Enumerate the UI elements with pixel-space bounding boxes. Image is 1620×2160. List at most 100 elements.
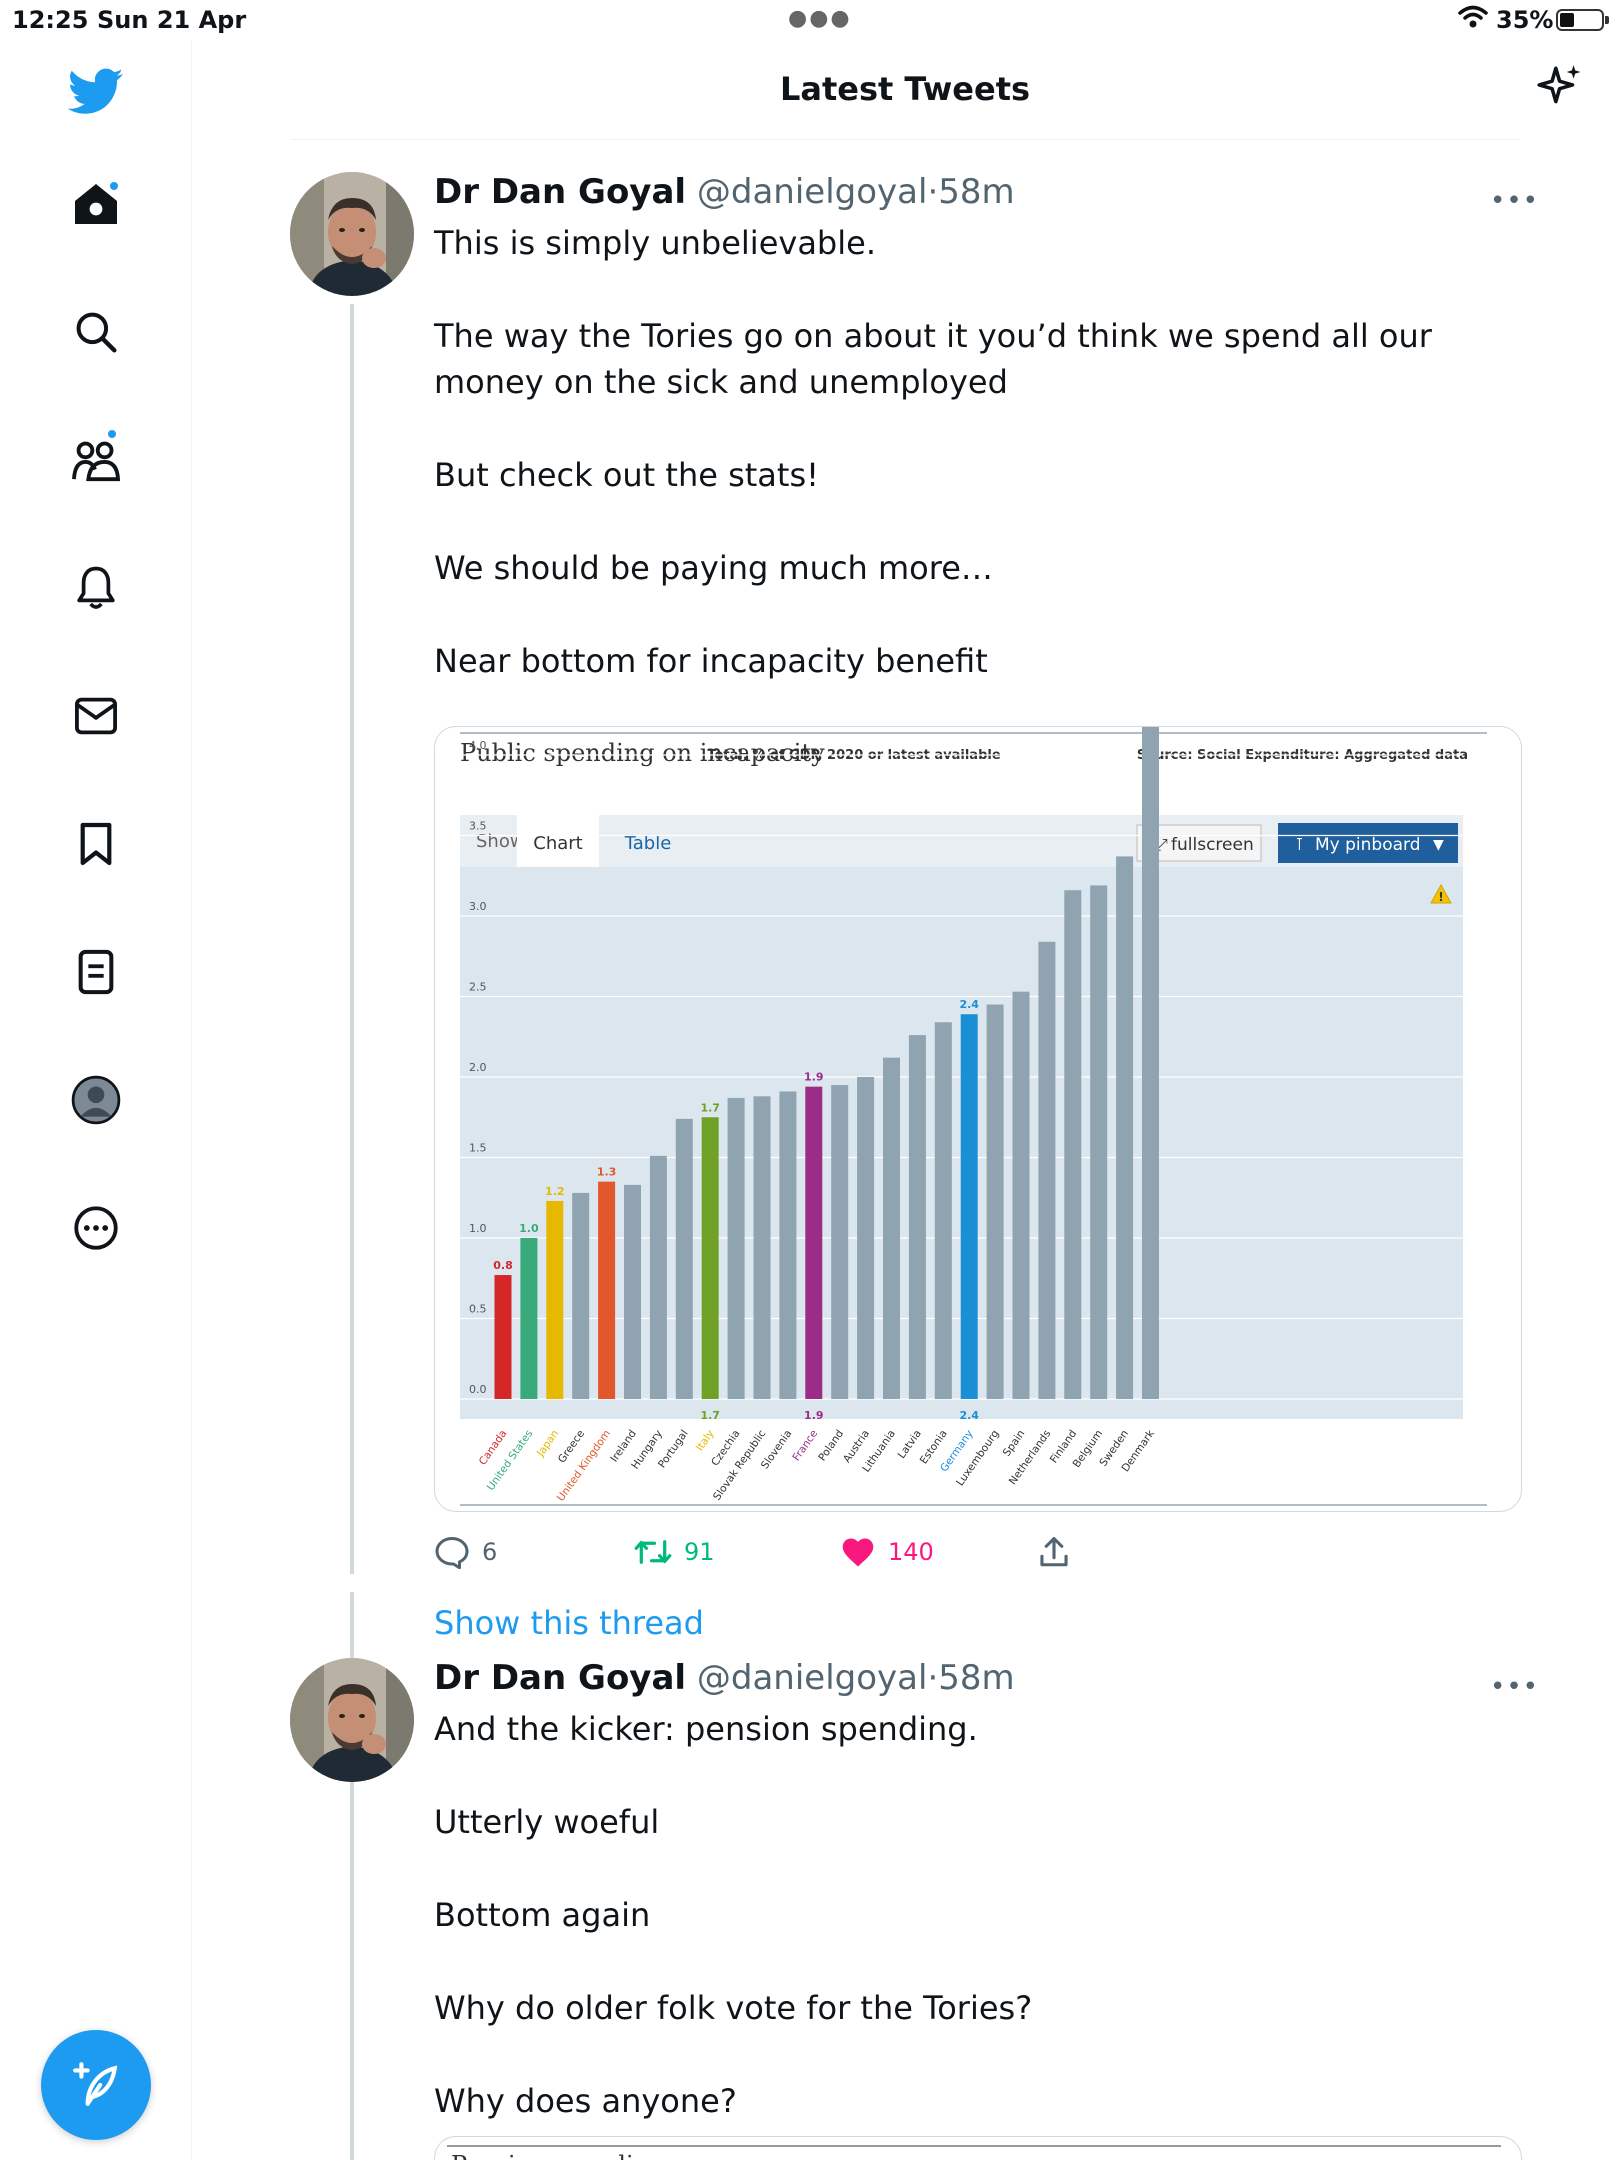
tweet-paragraph: Near bottom for incapacity benefit — [434, 642, 988, 680]
chart-pinboard-dropdown-icon: ▼ — [1433, 837, 1444, 853]
multitasking-dots-icon[interactable]: ●●● — [788, 6, 852, 31]
chart-y-tick-label: 0.5 — [469, 1303, 487, 1316]
share-upload-icon — [1040, 1536, 1068, 1567]
chart-below-label: 1.9 — [804, 1409, 824, 1422]
chart-bar — [753, 1096, 771, 1399]
show-this-thread-link[interactable]: Show this thread — [434, 1604, 704, 1642]
chart-bar — [1142, 727, 1159, 1399]
separator-dot: · — [927, 1658, 939, 1698]
chart-y-tick-label: 0.0 — [469, 1383, 487, 1396]
reply-button[interactable]: 6 — [434, 1530, 497, 1574]
author-name[interactable]: Dr Dan Goyal — [434, 172, 686, 212]
tweet-media-preview[interactable]: Pension spending — [434, 2136, 1522, 2160]
tweet-actions: 6 91 140 — [434, 1530, 1514, 1580]
author-handle[interactable]: @danielgoyal — [697, 172, 928, 212]
chart-tab-chart-label: Chart — [533, 833, 582, 854]
tweet-more-options-icon[interactable]: ••• — [1490, 186, 1539, 216]
messages-envelope-icon[interactable] — [62, 682, 130, 750]
chart-data-label: 1.9 — [804, 1071, 824, 1084]
tweet-media-image[interactable]: Public spending on incapacity Total, % o… — [434, 726, 1522, 1512]
preview-rule — [447, 2145, 1501, 2147]
author-name[interactable]: Dr Dan Goyal — [434, 1658, 686, 1698]
chart-bar — [572, 1192, 590, 1399]
chart-bar — [494, 1275, 512, 1399]
home-icon[interactable] — [62, 170, 130, 238]
chart-data-label: 1.3 — [597, 1166, 617, 1179]
profile-avatar-icon[interactable] — [62, 1066, 130, 1134]
tweet-paragraph: We should be paying much more… — [434, 549, 993, 587]
tweet-paragraph: This is simply unbelievable. — [434, 224, 876, 262]
retweet-count: 91 — [684, 1538, 715, 1566]
compose-feather-icon — [73, 2062, 118, 2106]
lists-icon[interactable] — [62, 938, 130, 1006]
chart-x-tick-label: France — [790, 1428, 820, 1463]
retweet-button[interactable]: 91 — [634, 1530, 715, 1574]
chart-y-tick-label: 1.5 — [469, 1142, 487, 1155]
chart-y-tick-label: 3.0 — [469, 900, 487, 913]
chart-bar — [649, 1155, 667, 1399]
chart-bar — [986, 1004, 1004, 1399]
compose-tweet-button[interactable] — [41, 2030, 151, 2140]
chart-data-label: 2.4 — [959, 998, 979, 1011]
tweet-paragraph: Utterly woeful — [434, 1803, 660, 1841]
chart-y-tick-label: 2.0 — [469, 1061, 487, 1074]
chart-x-tick-label: Spain — [1001, 1428, 1028, 1459]
chart-bar — [1064, 890, 1082, 1399]
chart-pin-icon: ⊺ — [1295, 835, 1304, 855]
tweet-text: And the kicker: pension spending. Utterl… — [434, 1706, 1514, 2160]
status-date: Sun 21 Apr — [97, 6, 247, 34]
chart-bar — [546, 1200, 564, 1399]
chart-bar — [960, 1014, 978, 1399]
thread-connector-line — [350, 304, 354, 1574]
tweet-header: Dr Dan Goyal @danielgoyal·58m — [434, 1658, 1015, 1698]
chart-data-label: 1.2 — [545, 1185, 565, 1198]
chart-bar — [520, 1238, 538, 1399]
reply-bubble-icon — [435, 1537, 469, 1569]
communities-icon[interactable] — [62, 426, 130, 494]
share-button[interactable] — [1038, 1530, 1070, 1574]
chart-bar — [1090, 885, 1108, 1399]
chart-bar — [908, 1035, 926, 1399]
like-button[interactable]: 140 — [840, 1530, 934, 1574]
sparkle-top-tweets-icon[interactable] — [1535, 62, 1585, 112]
chart-y-tick-label: 3.5 — [469, 820, 487, 833]
chart-bar — [1012, 991, 1030, 1399]
tweet-paragraph: The way the Tories go on about it you’d … — [434, 317, 1432, 401]
tweet-paragraph: And the kicker: pension spending. — [434, 1710, 978, 1748]
author-avatar[interactable] — [290, 1658, 414, 1782]
status-bar: 12:25 Sun 21 Apr ●●● 35% — [0, 0, 1620, 40]
incapacity-spending-chart: Public spending on incapacity Total, % o… — [460, 727, 1487, 1506]
chart-pinboard-label: My pinboard — [1315, 835, 1421, 855]
twitter-logo-icon[interactable] — [62, 58, 130, 126]
chart-y-tick-label: 2.5 — [469, 981, 487, 994]
tweet-paragraph: Bottom again — [434, 1896, 651, 1934]
chart-data-label: 1.0 — [519, 1222, 539, 1235]
chart-tab-table-label[interactable]: Table — [624, 833, 672, 854]
author-avatar[interactable] — [290, 172, 414, 296]
tweet-timestamp[interactable]: 58m — [938, 172, 1014, 212]
chart-x-tick-label: Italy — [694, 1428, 717, 1454]
notifications-bell-icon[interactable] — [62, 554, 130, 622]
battery-percent: 35% — [1496, 6, 1554, 34]
tweet-paragraph: Why do older folk vote for the Tories? — [434, 1989, 1033, 2027]
tweet-timestamp[interactable]: 58m — [938, 1658, 1014, 1698]
separator-dot: · — [927, 172, 939, 212]
search-icon[interactable] — [62, 298, 130, 366]
home-notification-dot — [108, 180, 120, 192]
chart-x-tick-label: Japan — [534, 1428, 561, 1460]
page-title: Latest Tweets — [779, 70, 1031, 108]
tweet-more-options-icon[interactable]: ••• — [1490, 1672, 1539, 1702]
chart-data-label: 1.7 — [700, 1101, 720, 1114]
author-handle[interactable]: @danielgoyal — [697, 1658, 928, 1698]
chart-bar — [727, 1097, 745, 1399]
tweet-header: Dr Dan Goyal @danielgoyal·58m — [434, 172, 1015, 212]
preview-chart-title: Pension spending — [451, 2151, 664, 2160]
chart-below-label: 2.4 — [959, 1409, 979, 1422]
status-time: 12:25 — [12, 6, 89, 34]
svg-text:!: ! — [1438, 890, 1443, 904]
wifi-icon — [1458, 5, 1488, 28]
heart-icon — [842, 1538, 874, 1567]
chart-bar — [1038, 941, 1056, 1399]
more-options-circle-icon[interactable] — [62, 1194, 130, 1262]
bookmarks-icon[interactable] — [62, 810, 130, 878]
